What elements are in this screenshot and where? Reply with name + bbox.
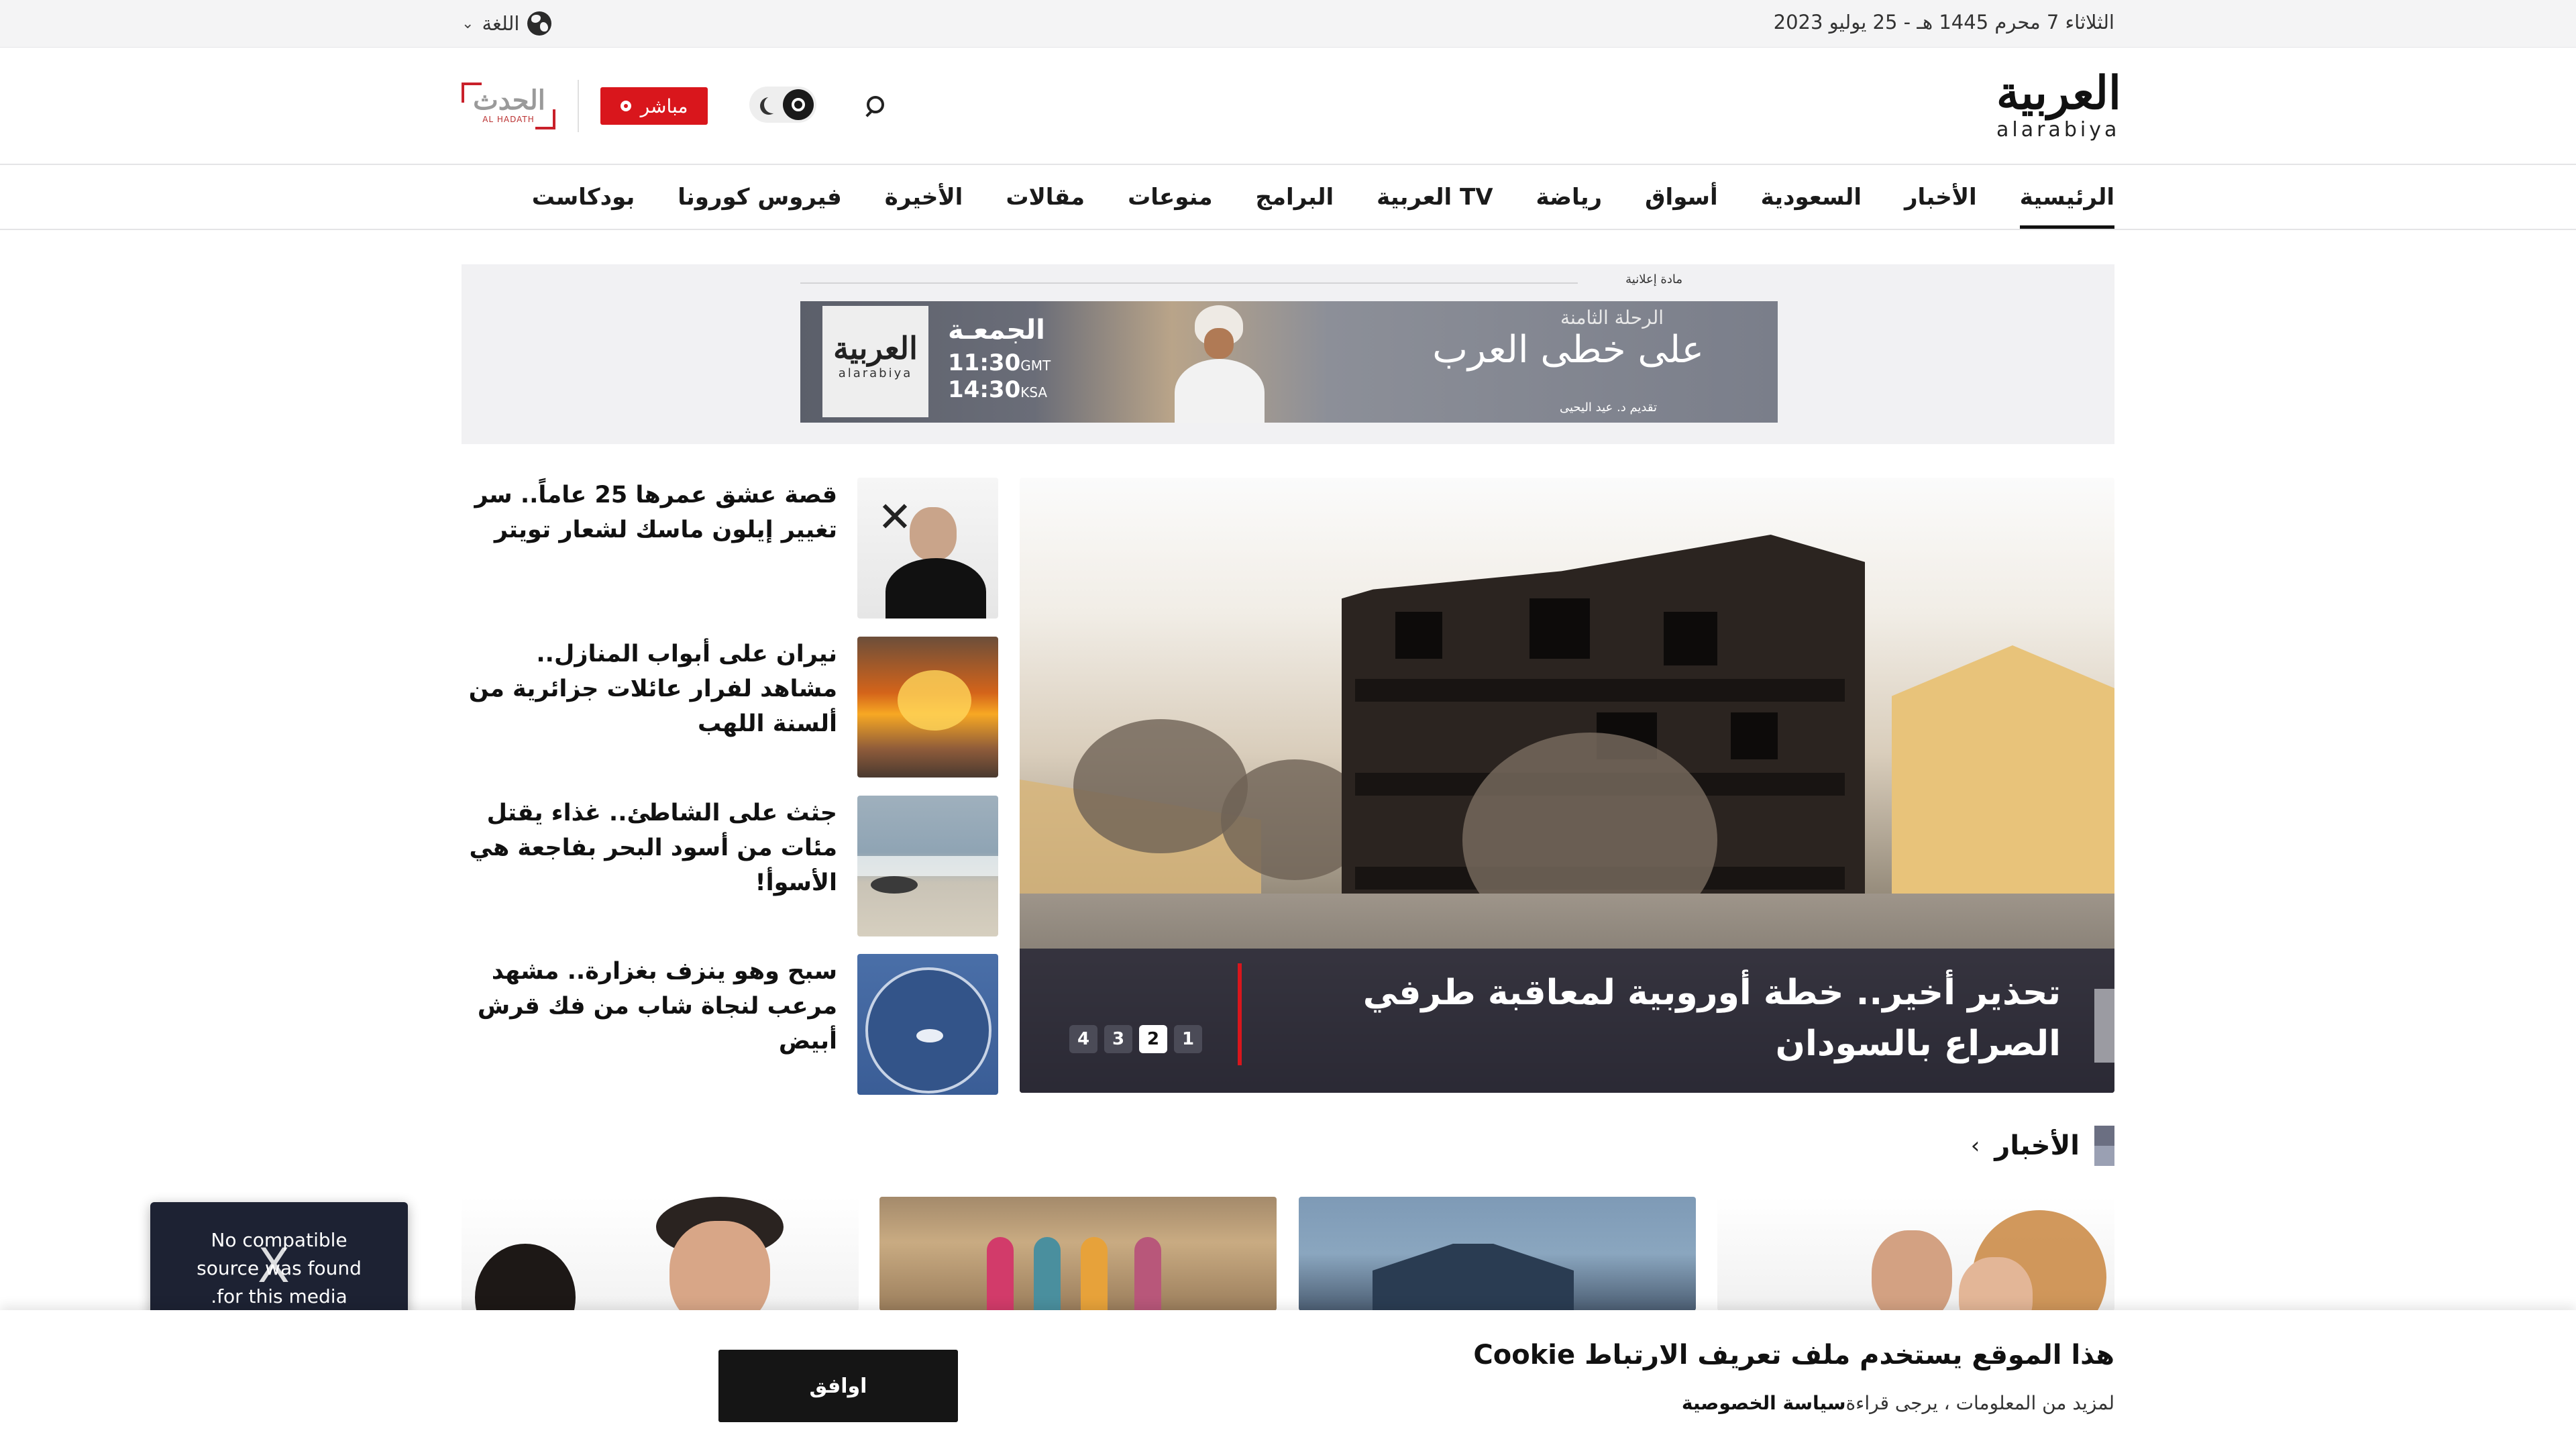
news-thumbnail xyxy=(857,954,998,1095)
list-item[interactable]: سبح وهو ينزف بغزارة.. مشهد مرعب لنجاة شا… xyxy=(462,954,998,1095)
chevron-left-icon: ‹ xyxy=(1970,1132,1980,1159)
language-selector[interactable]: ⌄ اللغة xyxy=(462,9,552,38)
nav-list: الرئيسية الأخبار السعودية أسواق رياضة ال… xyxy=(511,166,2115,229)
language-label: اللغة xyxy=(482,12,520,35)
cookie-text: لمزيد من المعلومات ، يرجى قراءةسياسة الخ… xyxy=(1681,1392,2114,1414)
hero-red-rule xyxy=(1238,963,1242,1065)
nav-item-latest[interactable]: الأخيرة xyxy=(863,166,985,229)
section-header-news[interactable]: الأخبار ‹ xyxy=(1971,1126,2114,1166)
nav-item-podcast[interactable]: بودكاست xyxy=(511,166,657,229)
list-item[interactable]: ✕ قصة عشق عمرها 25 عاماً.. سر تغيير إيلو… xyxy=(462,478,998,619)
ad-container: مادة إعلانية العربية alarabiya الجمعـة 1… xyxy=(462,264,2114,444)
header-divider xyxy=(578,80,579,132)
cookie-title: هذا الموقع يستخدم ملف تعريف الارتباط Coo… xyxy=(1473,1340,2114,1371)
nav-item-markets[interactable]: أسواق xyxy=(1623,166,1739,229)
alhadath-logo-latin: AL HADATH xyxy=(482,115,535,124)
globe-icon xyxy=(527,11,552,36)
ad-show-host: تقديم د. عيد اليحيى xyxy=(1559,400,1657,415)
close-icon[interactable]: X xyxy=(258,1242,290,1289)
list-item[interactable]: جثث على الشاطئ.. غذاء يقتل مئات من أسود … xyxy=(462,796,998,936)
ad-presenter-image xyxy=(1163,301,1277,423)
logo-arabic: العربية xyxy=(1996,66,2121,120)
logo-latin: alarabiya xyxy=(1996,118,2121,142)
slide-dot-4[interactable]: 4 xyxy=(1069,1025,1097,1053)
live-label: مباشر xyxy=(640,95,688,117)
news-card[interactable] xyxy=(1717,1197,2114,1311)
nav-item-home[interactable]: الرئيسية xyxy=(1998,166,2115,229)
ad-label: مادة إعلانية xyxy=(1625,272,1682,286)
nav-item-articles[interactable]: مقالات xyxy=(984,166,1106,229)
nav-item-sports[interactable]: رياضة xyxy=(1515,166,1624,229)
theme-toggle[interactable] xyxy=(749,87,816,123)
slide-dot-2[interactable]: 2 xyxy=(1139,1025,1167,1053)
sun-icon xyxy=(783,89,814,120)
ad-alarabiya-logo: العربية alarabiya xyxy=(822,306,928,417)
news-headline[interactable]: نيران على أبواب المنازل.. مشاهد لفرار عا… xyxy=(462,637,837,741)
alhadath-logo[interactable]: الحدث AL HADATH xyxy=(462,83,555,129)
news-headline[interactable]: سبح وهو ينزف بغزارة.. مشهد مرعب لنجاة شا… xyxy=(462,954,837,1059)
nav-item-coronavirus[interactable]: فيروس كورونا xyxy=(656,166,863,229)
list-item[interactable]: نيران على أبواب المنازل.. مشاهد لفرار عا… xyxy=(462,637,998,777)
chevron-down-icon: ⌄ xyxy=(462,15,474,32)
news-thumbnail: ✕ xyxy=(857,478,998,619)
live-record-icon xyxy=(620,101,631,111)
privacy-policy-link[interactable]: سياسة الخصوصية xyxy=(1682,1392,1846,1414)
ad-divider xyxy=(800,282,1578,284)
cookie-consent-bar: هذا الموقع يستخدم ملف تعريف الارتباط Coo… xyxy=(0,1310,2576,1449)
news-headline[interactable]: جثث على الشاطئ.. غذاء يقتل مئات من أسود … xyxy=(462,796,837,900)
news-thumbnail xyxy=(857,796,998,936)
news-card[interactable] xyxy=(1299,1197,1696,1311)
nav-item-news[interactable]: الأخبار xyxy=(1883,166,1998,229)
ad-time-gmt: 11:30GMT xyxy=(948,350,1051,376)
slider-pagination: 1 2 3 4 xyxy=(1069,1025,1202,1053)
site-header: العربية alarabiya مباشر الحدث AL HADATH xyxy=(0,48,2576,165)
x-logo-icon: ✕ xyxy=(877,492,912,541)
top-utility-bar: الثلاثاء 7 محرم 1445 هـ - 25 يوليو 2023 … xyxy=(0,0,2576,48)
ad-day: الجمعـة xyxy=(948,315,1045,345)
slide-dot-3[interactable]: 3 xyxy=(1104,1025,1132,1053)
nav-item-alarabiya-tv[interactable]: العربية TV xyxy=(1355,166,1514,229)
section-marker xyxy=(2094,1126,2114,1166)
slide-dot-1[interactable]: 1 xyxy=(1174,1025,1202,1053)
search-button[interactable] xyxy=(859,89,894,124)
section-title: الأخبار xyxy=(1994,1130,2080,1161)
nav-item-programs[interactable]: البرامج xyxy=(1234,166,1356,229)
live-button[interactable]: مباشر xyxy=(600,87,708,125)
main-navigation: الرئيسية الأخبار السعودية أسواق رياضة ال… xyxy=(0,166,2576,230)
ad-show-title: على خطى العرب xyxy=(1432,328,1704,372)
ad-banner[interactable]: العربية alarabiya الجمعـة 11:30GMT 14:30… xyxy=(800,301,1778,423)
alhadath-logo-arabic: الحدث xyxy=(473,85,545,116)
news-thumbnail xyxy=(857,637,998,777)
alarabiya-logo[interactable]: العربية alarabiya xyxy=(1996,66,2121,148)
current-date: الثلاثاء 7 محرم 1445 هـ - 25 يوليو 2023 xyxy=(1773,11,2114,34)
nav-item-saudi[interactable]: السعودية xyxy=(1739,166,1883,229)
hero-slider[interactable]: تحذير أخير.. خطة أوروبية لمعاقبة طرفي ال… xyxy=(1020,478,2114,1093)
nav-item-variety[interactable]: منوعات xyxy=(1106,166,1234,229)
hero-title[interactable]: تحذير أخير.. خطة أوروبية لمعاقبة طرفي ال… xyxy=(1269,967,2061,1069)
ad-show-subtitle: الرحلة الثامنة xyxy=(1560,307,1664,329)
accept-cookies-button[interactable]: اوافق xyxy=(718,1350,958,1422)
news-card[interactable] xyxy=(462,1197,859,1311)
moon-icon xyxy=(764,96,782,113)
news-card[interactable] xyxy=(879,1197,1277,1311)
news-headline[interactable]: قصة عشق عمرها 25 عاماً.. سر تغيير إيلون … xyxy=(462,478,837,547)
ad-time-ksa: 14:30KSA xyxy=(948,376,1048,403)
hero-caption: تحذير أخير.. خطة أوروبية لمعاقبة طرفي ال… xyxy=(1020,949,2114,1093)
